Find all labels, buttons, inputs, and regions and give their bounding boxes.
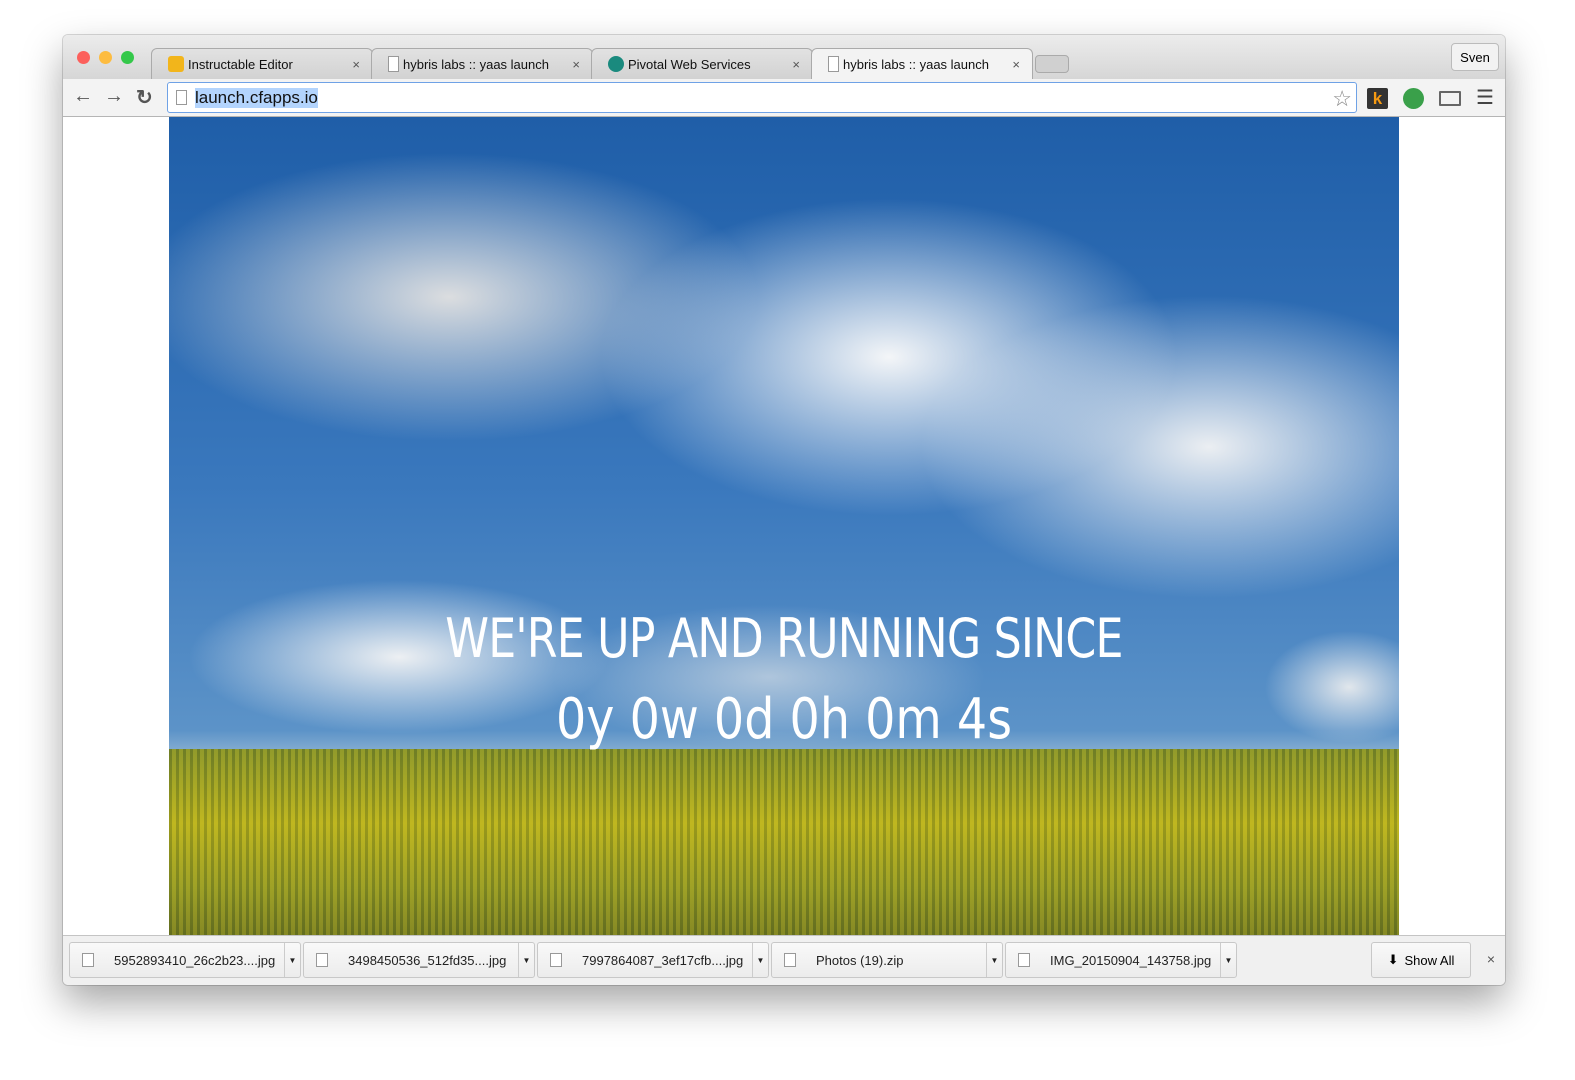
page-icon [388, 56, 399, 72]
dropdown-arrow-icon[interactable]: ▼ [284, 943, 300, 977]
url-text[interactable]: launch.cfapps.io [195, 87, 318, 108]
image-file-icon [316, 953, 328, 967]
k-extension-icon[interactable]: k [1367, 88, 1388, 109]
dropdown-arrow-icon[interactable]: ▼ [1220, 943, 1236, 977]
headline: WE'RE UP AND RUNNING SINCE [445, 607, 1123, 670]
download-arrow-icon: ⬇ [1387, 952, 1399, 967]
tab-instructable-editor[interactable]: Instructable Editor × [151, 48, 373, 79]
download-item[interactable]: Photos (19).zip ▼ [771, 942, 1003, 978]
maximize-window-button[interactable] [121, 51, 134, 64]
page-icon [176, 90, 187, 105]
download-item[interactable]: 5952893410_26c2b23....jpg ▼ [69, 942, 301, 978]
pivotal-icon [608, 56, 624, 72]
image-file-icon [1018, 953, 1030, 967]
tab-hybris-labs-active[interactable]: hybris labs :: yaas launch × [811, 48, 1033, 79]
downloads-bar: 5952893410_26c2b23....jpg ▼ 3498450536_51… [63, 935, 1505, 985]
close-tab-icon[interactable]: × [792, 57, 800, 72]
download-item[interactable]: 3498450536_512fd35....jpg ▼ [303, 942, 535, 978]
close-tab-icon[interactable]: × [352, 57, 360, 72]
new-tab-button[interactable] [1035, 55, 1069, 73]
back-icon[interactable]: ← [73, 85, 93, 108]
tab-hybris-labs[interactable]: hybris labs :: yaas launch × [371, 48, 593, 79]
toolbar: ← → ↻ launch.cfapps.io ☆ k ☰ [63, 79, 1505, 117]
cast-icon[interactable] [1439, 91, 1461, 106]
close-window-button[interactable] [77, 51, 90, 64]
address-bar[interactable]: launch.cfapps.io ☆ [167, 82, 1357, 113]
image-file-icon [82, 953, 94, 967]
reload-icon[interactable]: ↻ [136, 85, 153, 110]
green-extension-icon[interactable] [1403, 88, 1424, 109]
close-tab-icon[interactable]: × [1012, 57, 1020, 72]
close-tab-icon[interactable]: × [572, 57, 580, 72]
show-all-downloads-button[interactable]: ⬇ Show All [1371, 942, 1471, 978]
browser-window: Instructable Editor × hybris labs :: yaa… [63, 35, 1505, 985]
uptime-counter: 0y 0w 0d 0h 0m 4s [555, 687, 1012, 752]
forward-icon[interactable]: → [104, 85, 124, 108]
dropdown-arrow-icon[interactable]: ▼ [518, 943, 534, 977]
tab-pivotal-web-services[interactable]: Pivotal Web Services × [591, 48, 813, 79]
minimize-window-button[interactable] [99, 51, 112, 64]
zip-file-icon [784, 953, 796, 967]
dropdown-arrow-icon[interactable]: ▼ [752, 943, 768, 977]
tab-strip: Instructable Editor × hybris labs :: yaa… [63, 35, 1505, 79]
menu-icon[interactable]: ☰ [1476, 88, 1497, 109]
download-item[interactable]: IMG_20150904_143758.jpg ▼ [1005, 942, 1237, 978]
page-content: WE'RE UP AND RUNNING SINCE 0y 0w 0d 0h 0… [63, 117, 1505, 935]
dropdown-arrow-icon[interactable]: ▼ [986, 943, 1002, 977]
close-downloads-bar-icon[interactable]: × [1487, 951, 1495, 967]
rapeseed-field [169, 749, 1399, 935]
download-item[interactable]: 7997864087_3ef17cfb....jpg ▼ [537, 942, 769, 978]
image-file-icon [550, 953, 562, 967]
bookmark-star-icon[interactable]: ☆ [1332, 86, 1352, 112]
profile-button[interactable]: Sven [1451, 43, 1499, 71]
hero-landscape-image: WE'RE UP AND RUNNING SINCE 0y 0w 0d 0h 0… [169, 117, 1399, 935]
instructables-robot-icon [168, 56, 184, 72]
page-icon [828, 56, 839, 72]
